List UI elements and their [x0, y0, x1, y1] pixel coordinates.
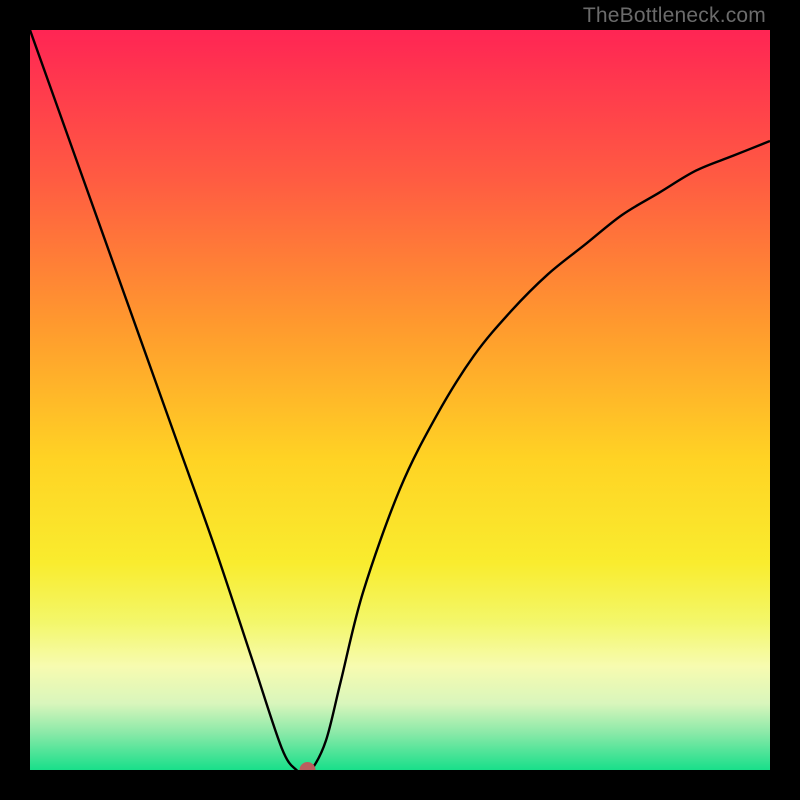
plot-area: [30, 30, 770, 770]
watermark-text: TheBottleneck.com: [583, 4, 766, 28]
background-gradient: [30, 30, 770, 770]
chart-frame: TheBottleneck.com: [0, 0, 800, 800]
